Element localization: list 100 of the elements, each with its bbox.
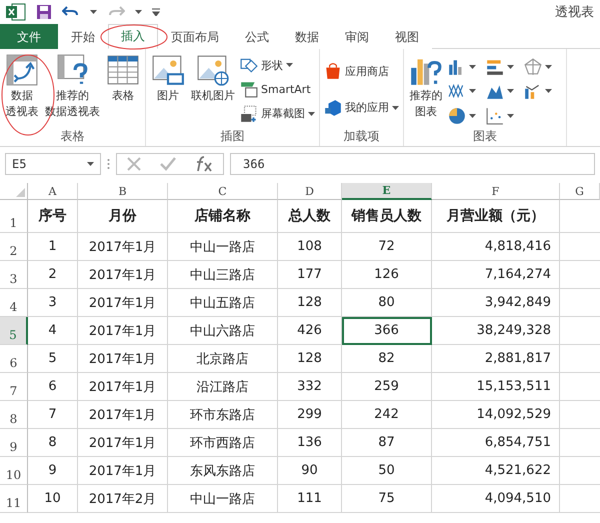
- ribbon-button[interactable]: 屏幕截图: [240, 104, 315, 123]
- table-cell: 中山六路店: [168, 317, 278, 345]
- table-cell: 9: [28, 457, 78, 485]
- header-cell: 店铺名称: [168, 200, 278, 233]
- table-cell: 2017年1月: [78, 233, 168, 261]
- group-label: 表格: [60, 128, 86, 145]
- table-cell: 2017年1月: [78, 429, 168, 457]
- column-header[interactable]: G: [560, 183, 600, 200]
- table-cell: 中山一路店: [168, 233, 278, 261]
- table-cell: 4,521,622: [432, 457, 560, 485]
- table-cell: 4,818,416: [432, 233, 560, 261]
- table-cell: 128: [278, 289, 342, 317]
- table-cell: 126: [342, 261, 432, 289]
- ribbon-button[interactable]: SmartArt: [240, 80, 315, 98]
- ribbon-button[interactable]: 形状: [240, 56, 315, 74]
- table-cell: 177: [278, 261, 342, 289]
- row-header[interactable]: 4: [0, 289, 28, 317]
- row-header[interactable]: 10: [0, 457, 28, 485]
- header-cell: 总人数: [278, 200, 342, 233]
- ribbon-button[interactable]: 推荐的 图表: [408, 51, 444, 128]
- table-cell: 10: [28, 485, 78, 513]
- table-cell: 北京路店: [168, 345, 278, 373]
- ribbon-button[interactable]: 联机图片: [190, 51, 236, 128]
- table-cell: 82: [342, 345, 432, 373]
- column-header[interactable]: B: [78, 183, 168, 200]
- table-cell: 80: [342, 289, 432, 317]
- table-cell: 14,092,529: [432, 401, 560, 429]
- row-header[interactable]: 11: [0, 485, 28, 513]
- column-header[interactable]: A: [28, 183, 78, 200]
- column-header[interactable]: F: [432, 183, 560, 200]
- table-cell: 128: [278, 345, 342, 373]
- table-cell: 6,854,751: [432, 429, 560, 457]
- table-cell: 2017年1月: [78, 261, 168, 289]
- ribbon-button[interactable]: 图片: [150, 51, 186, 128]
- ribbon-button[interactable]: 数据 透视表: [4, 51, 40, 128]
- row-header[interactable]: 9: [0, 429, 28, 457]
- table-cell: 108: [278, 233, 342, 261]
- row-header[interactable]: 8: [0, 401, 28, 429]
- table-cell: 111: [278, 485, 342, 513]
- table-cell: 3,942,849: [432, 289, 560, 317]
- table-cell: 2017年1月: [78, 289, 168, 317]
- row-header[interactable]: 2: [0, 233, 28, 261]
- table-cell: 3: [28, 289, 78, 317]
- table-cell: 426: [278, 317, 342, 345]
- table-cell: 332: [278, 373, 342, 401]
- table-cell: 7,164,274: [432, 261, 560, 289]
- table-cell: 2017年1月: [78, 345, 168, 373]
- table-cell: 299: [278, 401, 342, 429]
- table-cell: 15,153,511: [432, 373, 560, 401]
- table-cell: 87: [342, 429, 432, 457]
- table-cell: 38,249,328: [432, 317, 560, 345]
- table-cell: 242: [342, 401, 432, 429]
- table-cell: 50: [342, 457, 432, 485]
- header-cell: 月营业额（元）: [432, 200, 560, 233]
- table-cell: 2017年1月: [78, 457, 168, 485]
- table-cell: 5: [28, 345, 78, 373]
- table-cell: 环市西路店: [168, 429, 278, 457]
- table-cell: 环市东路店: [168, 401, 278, 429]
- table-cell: 东风东路店: [168, 457, 278, 485]
- name-box[interactable]: E5: [5, 153, 101, 175]
- table-cell: 中山三路店: [168, 261, 278, 289]
- table-cell: 2017年2月: [78, 485, 168, 513]
- column-header[interactable]: C: [168, 183, 278, 200]
- table-cell: 4: [28, 317, 78, 345]
- header-cell: 月份: [78, 200, 168, 233]
- group-label: 图表: [472, 128, 498, 145]
- table-cell: 136: [278, 429, 342, 457]
- row-header[interactable]: 3: [0, 261, 28, 289]
- file-tab[interactable]: 文件: [0, 24, 58, 49]
- window-title: 透视表: [555, 4, 594, 21]
- group-label: 加载项: [342, 128, 380, 145]
- table-cell: 7: [28, 401, 78, 429]
- header-cell: 销售员人数: [342, 200, 432, 233]
- ribbon-button[interactable]: 我的应用: [324, 98, 399, 117]
- ribbon-tab[interactable]: 插入: [108, 24, 158, 49]
- row-header[interactable]: 1: [0, 200, 28, 233]
- table-cell: 1: [28, 233, 78, 261]
- table-cell: 中山五路店: [168, 289, 278, 317]
- column-header[interactable]: E: [342, 183, 432, 200]
- table-cell: 2017年1月: [78, 401, 168, 429]
- table-cell: 6: [28, 373, 78, 401]
- table-cell: 2: [28, 261, 78, 289]
- table-cell: 2,881,817: [432, 345, 560, 373]
- table-cell: 沿江路店: [168, 373, 278, 401]
- table-cell: 2017年1月: [78, 373, 168, 401]
- header-cell: 序号: [28, 200, 78, 233]
- table-cell: 75: [342, 485, 432, 513]
- ribbon-button[interactable]: 表格: [105, 51, 141, 128]
- column-header[interactable]: D: [278, 183, 342, 200]
- table-cell: 90: [278, 457, 342, 485]
- table-cell: 4,094,510: [432, 485, 560, 513]
- formula-field[interactable]: 366: [230, 153, 595, 175]
- row-header[interactable]: 6: [0, 345, 28, 373]
- table-cell: 8: [28, 429, 78, 457]
- table-cell: 中山一路店: [168, 485, 278, 513]
- row-header[interactable]: 7: [0, 373, 28, 401]
- group-label: 插图: [220, 128, 246, 145]
- table-cell: 72: [342, 233, 432, 261]
- row-header[interactable]: 5: [0, 317, 28, 345]
- ribbon-button[interactable]: 应用商店: [324, 62, 399, 80]
